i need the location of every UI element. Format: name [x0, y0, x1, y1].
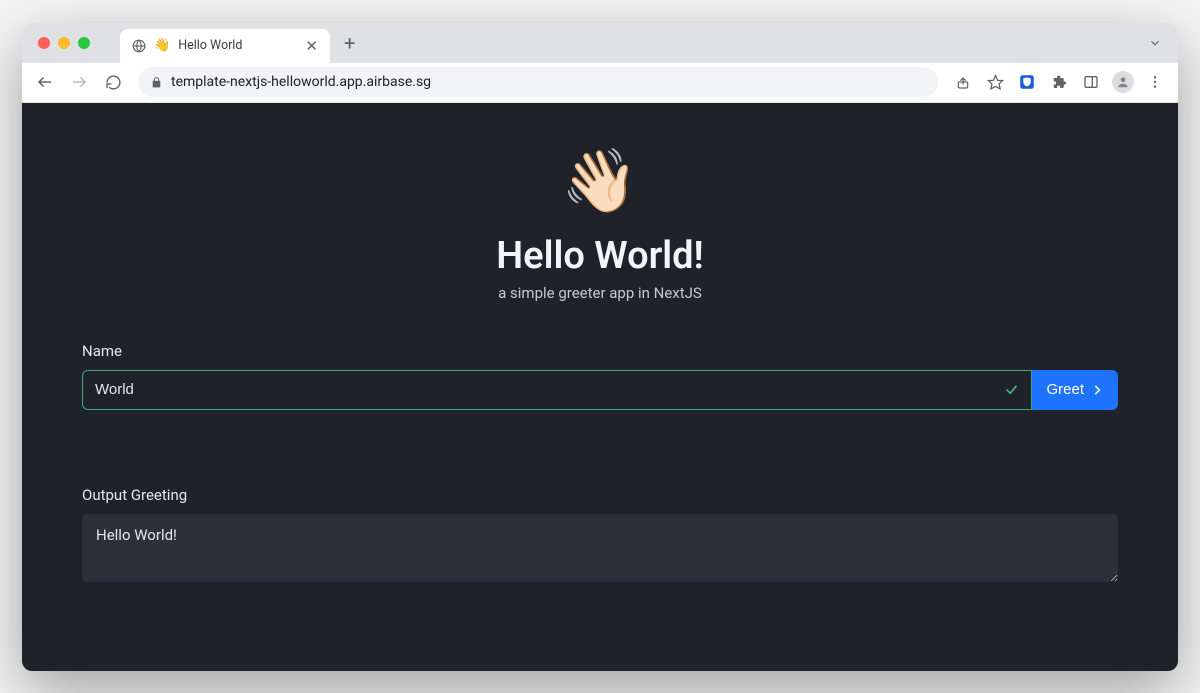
tab-close-button[interactable]: ✕ [305, 37, 318, 55]
url-text: template-nextjs-helloworld.app.airbase.s… [171, 74, 431, 90]
name-input-row: Greet [82, 370, 1118, 410]
address-bar[interactable]: template-nextjs-helloworld.app.airbase.s… [138, 67, 938, 97]
name-input[interactable] [83, 371, 1004, 409]
close-window-button[interactable] [38, 37, 50, 49]
hero-section: 👋🏻 Hello World! a simple greeter app in … [22, 103, 1178, 302]
extensions-button[interactable] [1044, 67, 1074, 97]
lock-icon [150, 76, 163, 89]
share-button[interactable] [948, 67, 978, 97]
password-manager-extension[interactable] [1012, 67, 1042, 97]
name-label: Name [82, 342, 1118, 360]
browser-tab[interactable]: 👋 Hello World ✕ [120, 29, 330, 63]
chevron-right-icon [1090, 383, 1104, 397]
wave-emoji-icon: 👋🏻 [561, 145, 638, 218]
browser-window: 👋 Hello World ✕ + template-nextjs-hellow… [22, 23, 1178, 671]
output-label: Output Greeting [82, 486, 1118, 504]
greet-button-label: Greet [1046, 381, 1084, 398]
tabs-dropdown-button[interactable] [1148, 36, 1162, 50]
output-section: Output Greeting [22, 486, 1178, 586]
page-title: Hello World! [496, 234, 703, 278]
avatar-icon [1112, 71, 1134, 93]
valid-check-icon [1004, 382, 1031, 397]
page-subtitle: a simple greeter app in NextJS [498, 284, 702, 302]
minimize-window-button[interactable] [58, 37, 70, 49]
side-panel-button[interactable] [1076, 67, 1106, 97]
maximize-window-button[interactable] [78, 37, 90, 49]
greet-button[interactable]: Greet [1032, 370, 1118, 410]
page-content: 👋🏻 Hello World! a simple greeter app in … [22, 103, 1178, 671]
name-section: Name Greet [22, 342, 1178, 410]
reload-button[interactable] [98, 67, 128, 97]
new-tab-button[interactable]: + [344, 33, 355, 53]
toolbar-right [948, 67, 1170, 97]
globe-icon [132, 39, 146, 53]
profile-button[interactable] [1108, 67, 1138, 97]
browser-tab-bar: 👋 Hello World ✕ + [22, 23, 1178, 63]
name-input-container [82, 370, 1032, 410]
tab-title: Hello World [178, 38, 297, 53]
output-greeting-textarea[interactable] [82, 514, 1118, 582]
bookmark-button[interactable] [980, 67, 1010, 97]
back-button[interactable] [30, 67, 60, 97]
menu-button[interactable] [1140, 67, 1170, 97]
window-controls [22, 37, 90, 49]
tab-favicon: 👋 [154, 39, 170, 52]
forward-button[interactable] [64, 67, 94, 97]
browser-toolbar: template-nextjs-helloworld.app.airbase.s… [22, 63, 1178, 103]
